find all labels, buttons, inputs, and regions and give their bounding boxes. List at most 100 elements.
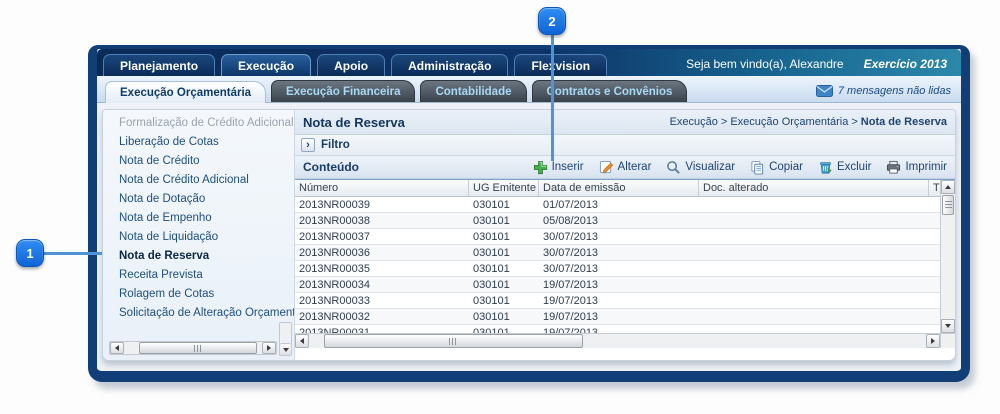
sidebar-item-nota-de-credito[interactable]: Nota de Crédito <box>103 152 294 171</box>
insert-label: Inserir <box>552 161 584 173</box>
callout-badge-2: 2 <box>538 7 566 35</box>
cell-ug: 030101 <box>469 311 539 323</box>
sidebar-item-nota-de-dotacao[interactable]: Nota de Dotação <box>103 190 294 209</box>
content-label: Conteúdo <box>303 160 359 174</box>
toolbar: Inserir Alterar <box>533 160 947 175</box>
scrollbar-thumb[interactable] <box>324 334 583 348</box>
subtab-execucao-orcamentaria[interactable]: Execução Orçamentária <box>105 81 266 103</box>
sidebar-item-nota-de-reserva[interactable]: Nota de Reserva <box>103 247 294 266</box>
results-table: Número UG Emitente Data de emissão Doc. … <box>295 179 955 333</box>
table-row[interactable]: 2013NR00037 030101 30/07/2013 <box>295 229 940 245</box>
column-header-doc-alterado[interactable]: Doc. alterado <box>699 180 929 196</box>
sidebar-item-solicitacao-alteracao[interactable]: Solicitação de Alteração Orçament <box>103 304 294 323</box>
tab-apoio[interactable]: Apoio <box>317 54 385 76</box>
breadcrumb-separator: > <box>848 116 860 128</box>
breadcrumb: Execução>Execução Orçamentária>Nota de R… <box>670 116 947 128</box>
scrollbar-corner <box>940 334 955 348</box>
sidebar-item-receita-prevista[interactable]: Receita Prevista <box>103 266 294 285</box>
unread-messages-text: 7 mensagens não lidas <box>838 85 951 97</box>
table-row[interactable]: 2013NR00038 030101 05/08/2013 <box>295 213 940 229</box>
scroll-right-button[interactable] <box>262 342 276 354</box>
cell-data: 30/07/2013 <box>539 247 699 259</box>
sidebar-vertical-scrollbar[interactable] <box>279 322 292 356</box>
cell-data: 30/07/2013 <box>539 263 699 275</box>
sidebar-item-liberacao-de-cotas[interactable]: Liberação de Cotas <box>103 133 294 152</box>
page: Planejamento Execução Apoio Administraçã… <box>0 0 1000 414</box>
table-row[interactable]: 2013NR00035 030101 30/07/2013 <box>295 261 940 277</box>
filter-expand-button[interactable]: › <box>301 138 315 152</box>
scroll-down-button[interactable] <box>941 319 955 333</box>
subtab-contabilidade[interactable]: Contabilidade <box>420 80 526 102</box>
exercise-label: Exercício 2013 <box>864 57 947 71</box>
table-row[interactable]: 2013NR00036 030101 30/07/2013 <box>295 245 940 261</box>
scroll-left-button[interactable] <box>110 342 124 354</box>
table-columns: Número UG Emitente Data de emissão Doc. … <box>295 180 940 333</box>
sidebar-item-nota-de-liquidacao[interactable]: Nota de Liquidação <box>103 228 294 247</box>
scrollbar-thumb[interactable] <box>139 342 257 354</box>
delete-button[interactable]: Excluir <box>818 160 872 175</box>
unread-messages-link[interactable]: 7 mensagens não lidas <box>816 85 961 102</box>
table-row[interactable]: 2013NR00032 030101 19/07/2013 <box>295 309 940 325</box>
tab-flexvision[interactable]: Flexvision <box>514 54 607 76</box>
breadcrumb-execucao[interactable]: Execução <box>670 116 718 128</box>
table-row[interactable]: 2013NR00033 030101 19/07/2013 <box>295 293 940 309</box>
insert-button[interactable]: Inserir <box>533 160 584 175</box>
column-header-ug-emitente[interactable]: UG Emitente <box>469 180 539 196</box>
table-row[interactable]: 2013NR00034 030101 19/07/2013 <box>295 277 940 293</box>
tab-execucao[interactable]: Execução <box>221 54 311 76</box>
scroll-left-button[interactable] <box>295 334 309 348</box>
scrollbar-thumb[interactable] <box>942 195 954 215</box>
window-body: Formalização de Crédito Adicional Libera… <box>97 103 961 371</box>
magnifier-icon <box>666 160 681 175</box>
tab-administracao[interactable]: Administração <box>391 54 508 76</box>
filter-label[interactable]: Filtro <box>321 139 350 151</box>
scroll-right-button[interactable] <box>926 334 940 348</box>
table-row-partial[interactable]: 2013NR00031 030101 19/07/2013 <box>295 325 940 333</box>
tab-planejamento[interactable]: Planejamento <box>103 54 215 76</box>
breadcrumb-nota-de-reserva: Nota de Reserva <box>861 116 947 128</box>
cell-data: 19/07/2013 <box>539 279 699 291</box>
printer-icon <box>886 160 901 175</box>
breadcrumb-separator: > <box>718 116 730 128</box>
cell-ug: 030101 <box>469 231 539 243</box>
filter-bar: › Filtro <box>295 135 955 156</box>
sidebar-item-rolagem-de-cotas[interactable]: Rolagem de Cotas <box>103 285 294 304</box>
column-header-numero[interactable]: Número <box>295 180 469 196</box>
callout-badge-1: 1 <box>16 239 44 267</box>
sidebar-item-nota-de-empenho[interactable]: Nota de Empenho <box>103 209 294 228</box>
main-panel: Nota de Reserva Execução>Execução Orçame… <box>295 110 955 360</box>
sidebar-item-nota-de-credito-adicional[interactable]: Nota de Crédito Adicional <box>103 171 294 190</box>
table-row[interactable]: 2013NR00039 030101 01/07/2013 <box>295 197 940 213</box>
scroll-up-button[interactable] <box>941 180 955 194</box>
table-vertical-scrollbar[interactable] <box>940 180 955 333</box>
copy-button[interactable]: Copiar <box>750 160 803 175</box>
table-header-row: Número UG Emitente Data de emissão Doc. … <box>295 180 940 197</box>
scrollbar-track[interactable] <box>309 334 926 348</box>
view-button[interactable]: Visualizar <box>666 160 735 175</box>
column-header-data-emissao[interactable]: Data de emissão <box>539 180 699 196</box>
column-header-tipo[interactable]: Tipo <box>929 180 940 196</box>
breadcrumb-execucao-orcamentaria[interactable]: Execução Orçamentária <box>730 116 848 128</box>
subtab-contratos-convenios[interactable]: Contratos e Convênios <box>532 80 688 102</box>
copy-label: Copiar <box>769 161 803 173</box>
cell-numero: 2013NR00033 <box>295 295 469 307</box>
scroll-down-button[interactable] <box>280 343 291 355</box>
view-label: Visualizar <box>685 161 735 173</box>
panel-title-bar: Nota de Reserva Execução>Execução Orçame… <box>295 110 955 135</box>
edit-button[interactable]: Alterar <box>599 160 652 175</box>
subtab-execucao-financeira[interactable]: Execução Financeira <box>271 80 415 102</box>
callout-2-connector <box>551 33 554 161</box>
scrollbar-track[interactable] <box>124 342 262 354</box>
scrollbar-track[interactable] <box>941 216 955 319</box>
delete-label: Excluir <box>837 161 872 173</box>
page-title: Nota de Reserva <box>303 115 405 130</box>
table-horizontal-scrollbar[interactable] <box>295 334 940 348</box>
sidebar-item-formalizacao-credito-adicional: Formalização de Crédito Adicional <box>103 114 294 133</box>
cell-data: 30/07/2013 <box>539 231 699 243</box>
app-window: Planejamento Execução Apoio Administraçã… <box>88 45 970 382</box>
print-button[interactable]: Imprimir <box>886 160 947 175</box>
cell-ug: 030101 <box>469 215 539 227</box>
main-tab-bar: Planejamento Execução Apoio Administraçã… <box>97 49 961 76</box>
sidebar-horizontal-scrollbar[interactable] <box>109 341 277 355</box>
cell-ug: 030101 <box>469 247 539 259</box>
